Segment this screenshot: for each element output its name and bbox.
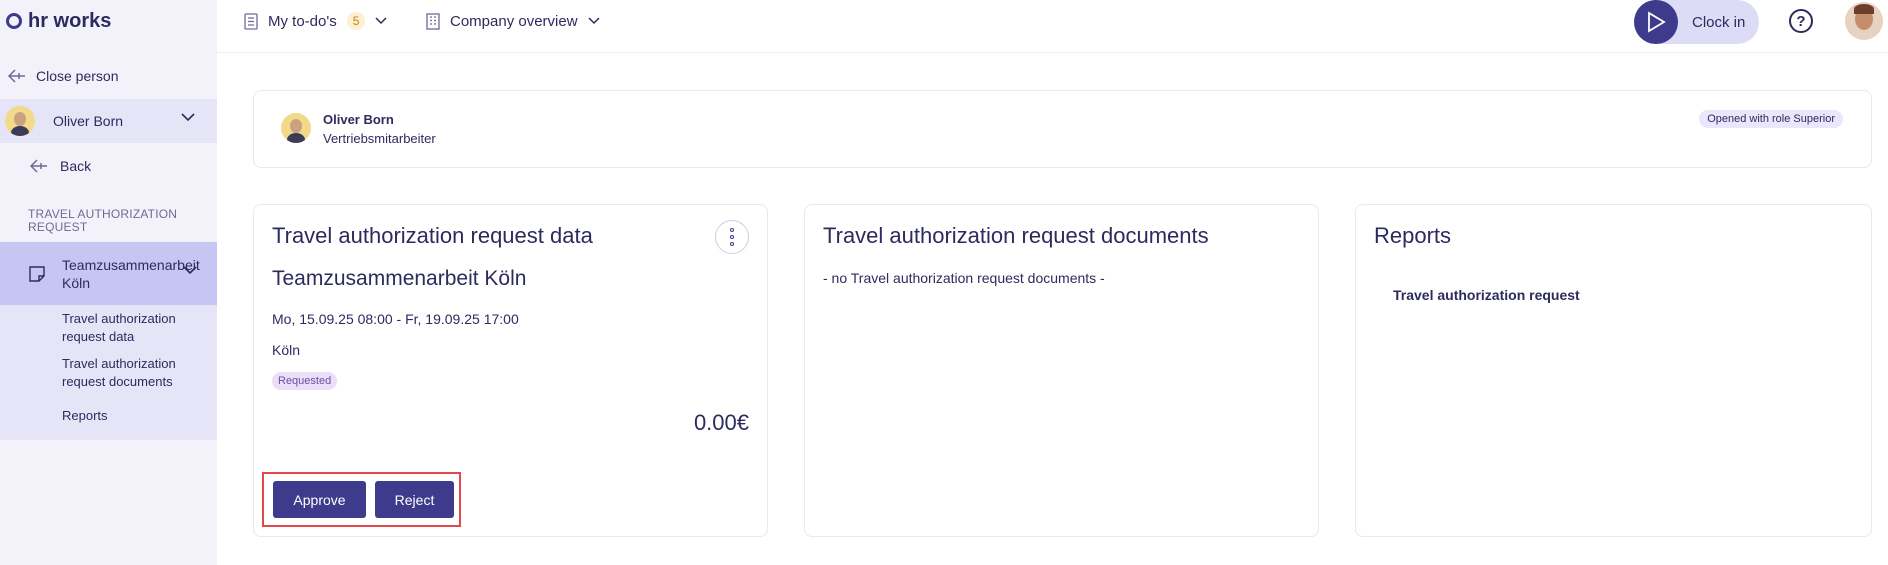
trip-name: Teamzusammenarbeit Köln [272,267,527,290]
sidebar: hr works Close person Oliver Born Back T… [0,0,217,565]
clock-in-label: Clock in [1692,13,1746,31]
company-overview-menu[interactable]: Company overview [426,10,600,32]
clock-in-button[interactable]: Clock in [1634,0,1759,44]
arrow-left-icon [8,69,25,83]
todos-label: My to-do's [268,12,337,30]
request-data-title: Travel authorization request data [272,223,593,248]
trip-dates: Mo, 15.09.25 08:00 - Fr, 19.09.25 17:00 [272,311,519,327]
back-link[interactable]: Back [30,155,91,177]
chevron-down-icon [375,17,387,25]
sidebar-link-reports[interactable]: Reports [62,407,108,425]
report-link-travel-authorization[interactable]: Travel authorization request [1393,287,1580,303]
more-vertical-icon[interactable] [715,220,749,254]
status-badge: Requested [272,372,338,390]
action-button-group: Approve Reject [262,472,461,527]
chevron-down-icon [588,17,600,25]
sidebar-link-request-documents[interactable]: Travel authorization request documents [62,355,192,391]
reports-card: Reports Travel authorization request [1355,204,1872,537]
chevron-down-icon [181,113,195,122]
sidebar-person-name: Oliver Born [53,113,124,129]
checklist-icon [244,12,258,30]
section-label: TRAVEL AUTHORIZATION REQUEST [28,207,178,234]
building-icon [426,12,440,30]
close-person-label: Close person [36,68,119,84]
back-label: Back [60,158,92,174]
note-icon [29,265,45,282]
sidebar-link-request-data[interactable]: Travel authorization request data [62,310,192,346]
help-glyph: ? [1796,12,1806,30]
trip-city: Köln [272,342,301,358]
company-overview-label: Company overview [450,12,578,30]
logo-icon [6,13,22,29]
role-badge: Opened with role Superior [1699,110,1843,128]
todos-count-badge: 5 [346,12,366,30]
todos-menu[interactable]: My to-do's 5 [244,10,387,32]
person-role: Vertriebsmitarbeiter [323,131,436,146]
sidebar-person[interactable]: Oliver Born [0,99,217,143]
topbar: My to-do's 5 Company overview Clock in ? [217,0,1888,53]
sidebar-subnav: Travel authorization request data Travel… [0,305,217,440]
avatar [5,106,35,136]
brand-logo[interactable]: hr works [6,9,111,33]
request-documents-title: Travel authorization request documents [823,223,1209,248]
user-avatar[interactable] [1845,2,1883,40]
avatar [281,113,311,143]
approve-button[interactable]: Approve [273,481,366,518]
person-card: Oliver Born Vertriebsmitarbeiter Opened … [253,90,1872,168]
chevron-down-icon [183,266,197,275]
brand-name: hr works [28,9,112,32]
trip-amount: 0.00€ [693,410,749,435]
play-icon [1634,0,1678,44]
sidebar-item-request[interactable]: Teamzusammenarbeit Köln [0,242,217,305]
request-documents-card: Travel authorization request documents -… [804,204,1319,537]
reports-title: Reports [1374,223,1452,248]
documents-empty-text: - no Travel authorization request docume… [823,270,1105,286]
request-data-card: Travel authorization request data Teamzu… [253,204,768,537]
close-person-link[interactable]: Close person [8,65,119,87]
sidebar-item-request-label: Teamzusammenarbeit Köln [62,256,200,291]
person-name: Oliver Born [323,112,394,127]
arrow-left-icon [30,159,47,173]
help-icon[interactable]: ? [1789,9,1813,33]
reject-button[interactable]: Reject [375,481,454,518]
